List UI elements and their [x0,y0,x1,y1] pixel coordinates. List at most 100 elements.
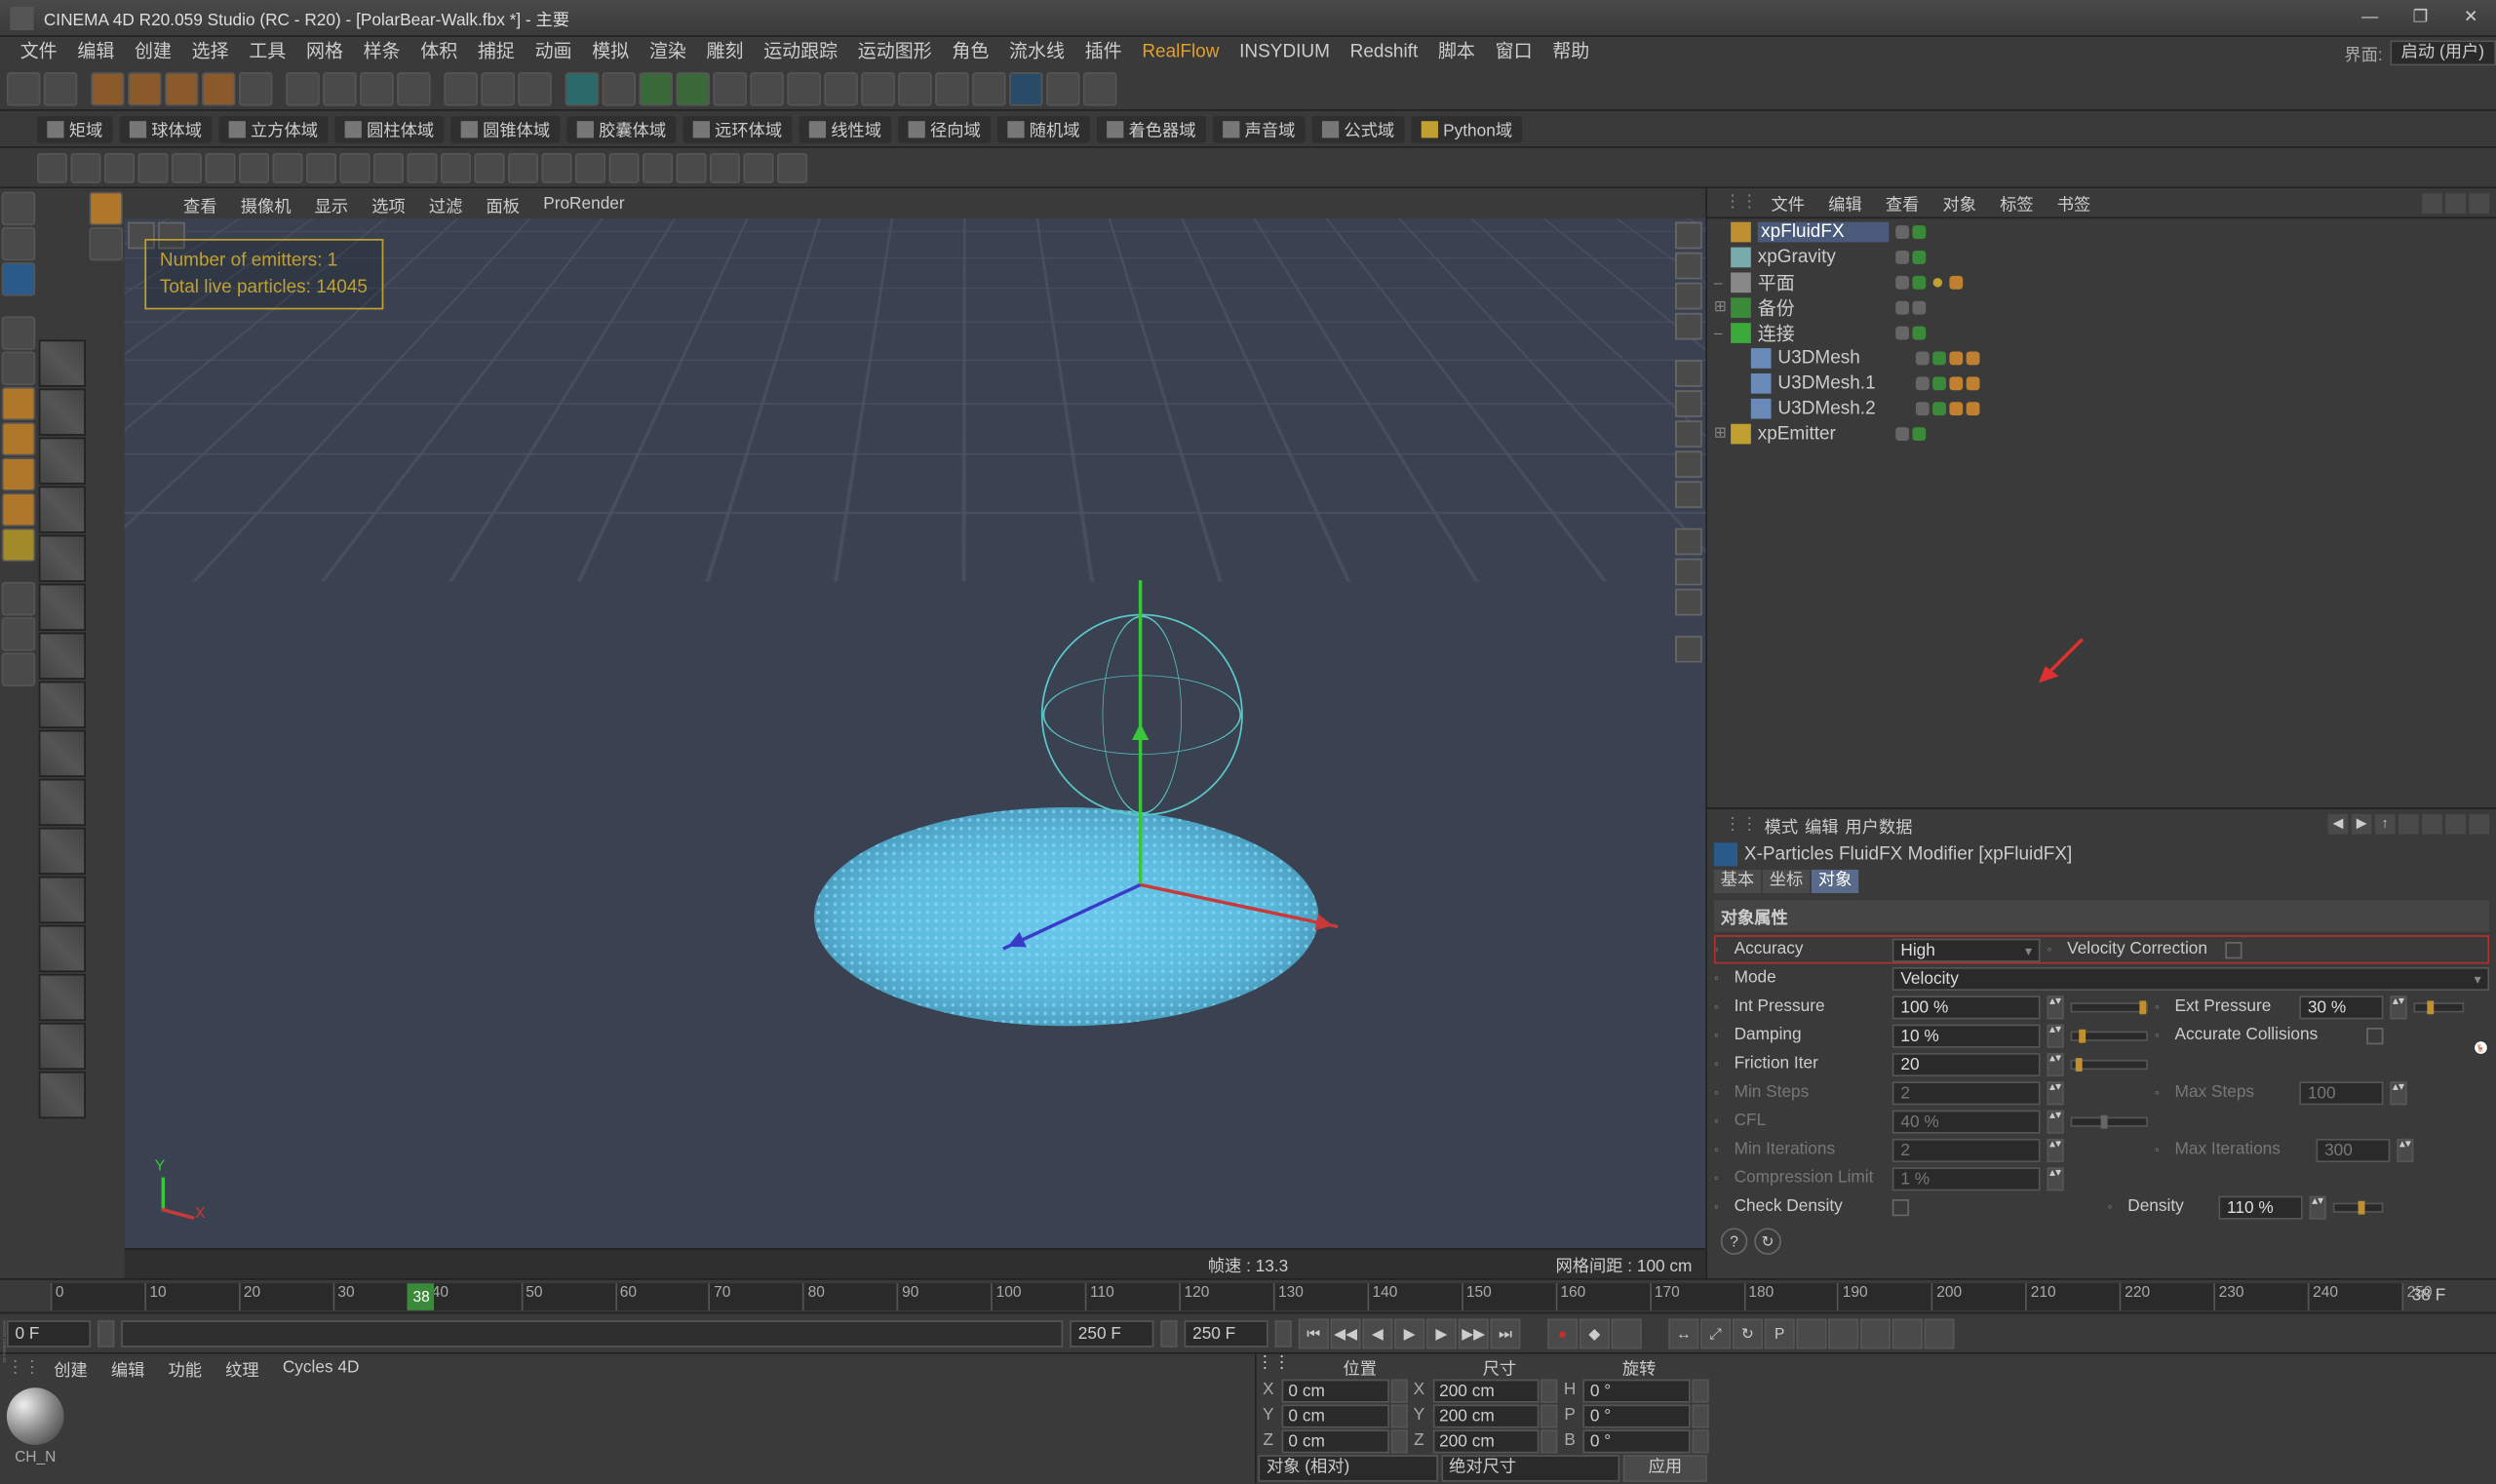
density-input[interactable]: 110 % [2218,1195,2302,1219]
mat-edit[interactable]: 编辑 [101,1355,155,1381]
mode-dropdown[interactable]: Velocity [1892,966,2489,990]
spline-primitive[interactable] [603,71,637,105]
next-frame[interactable]: ▶ [1426,1318,1457,1348]
rot-h[interactable]: 0 ° [1583,1379,1691,1402]
move-tool[interactable] [128,71,162,105]
tc-icon[interactable] [1925,1318,1955,1348]
generator2[interactable] [676,71,710,105]
tc-icon[interactable] [1860,1318,1891,1348]
vp-tool-icon[interactable] [1675,360,1702,387]
attr-nav-icon[interactable] [2398,814,2419,835]
strip-icon[interactable] [272,152,302,182]
friction-slider[interactable] [2071,1059,2148,1069]
lt-icon[interactable] [2,652,36,686]
menu-realflow[interactable]: RealFlow [1132,37,1229,67]
strip-icon[interactable] [373,152,404,182]
velocity-correction-checkbox[interactable] [2225,941,2242,957]
light[interactable] [824,71,858,105]
domain-random[interactable]: 随机域 [997,115,1090,142]
domain-radial[interactable]: 径向域 [898,115,991,142]
om-object[interactable]: 对象 [1932,190,1986,215]
tree-row-xpfluidfx[interactable]: xpFluidFX [1707,218,2496,244]
tree-row-u3dmesh1[interactable]: U3DMesh.1 [1707,371,2496,396]
texture-swatch[interactable] [39,438,86,485]
apply-button[interactable]: 应用 [1623,1455,1707,1482]
timeline[interactable]: 0102030405060708090100110120130140150160… [0,1278,2496,1312]
vp-tool-icon[interactable] [1675,253,1702,280]
vp-tool-icon[interactable] [1675,420,1702,448]
texture-swatch[interactable] [39,877,86,923]
vp-menu-view[interactable]: 查看 [175,191,225,216]
tool-b[interactable] [972,71,1006,105]
timeline-ruler[interactable]: 0102030405060708090100110120130140150160… [51,1282,2402,1309]
menu-edit[interactable]: 编辑 [67,37,125,67]
mat-function[interactable]: 功能 [158,1355,212,1381]
intpressure-input[interactable]: 100 % [1892,995,2041,1018]
lt-icon[interactable] [2,457,36,491]
pos-x[interactable]: 0 cm [1282,1379,1389,1402]
tool-c[interactable] [1009,71,1043,105]
menu-snap[interactable]: 捕捉 [468,37,526,67]
pos-y[interactable]: 0 cm [1282,1404,1389,1427]
texture-swatch[interactable] [39,633,86,680]
attr-nav-up[interactable]: ↑ [2375,814,2396,835]
vp-tool-icon[interactable] [1675,481,1702,508]
pos-z[interactable]: 0 cm [1282,1428,1389,1452]
strip-icon[interactable] [339,152,370,182]
accuracy-dropdown[interactable]: High [1892,938,2041,961]
om-view[interactable]: 查看 [1875,190,1929,215]
attr-nav-next[interactable]: ▶ [2352,814,2372,835]
domain-cone[interactable]: 圆锥体域 [450,115,560,142]
recent-tool[interactable] [239,71,273,105]
menu-animate[interactable]: 动画 [525,37,582,67]
tc-icon[interactable] [1828,1318,1858,1348]
autokey[interactable]: ◆ [1580,1318,1610,1348]
spinner[interactable]: ▴▾ [2047,1052,2063,1075]
strip-icon[interactable] [37,152,67,182]
lt-icon[interactable] [2,582,36,616]
strip-icon[interactable] [70,152,100,182]
texture-swatch[interactable] [39,682,86,728]
attr-nav-icon[interactable] [2469,814,2489,835]
viewport[interactable]: Number of emitters: 1 Total live particl… [125,218,1706,1248]
domain-linear[interactable]: 线性域 [799,115,891,142]
menu-track[interactable]: 运动跟踪 [754,37,848,67]
attr-nav-prev[interactable]: ◀ [2328,814,2349,835]
strip-icon[interactable] [777,152,807,182]
rot-b[interactable]: 0 ° [1583,1428,1691,1452]
tree-row-u3dmesh2[interactable]: U3DMesh.2 [1707,395,2496,420]
rotate-tool[interactable] [202,71,236,105]
lt-icon[interactable] [2,617,36,651]
tree-row-u3dmesh[interactable]: U3DMesh [1707,345,2496,371]
tree-row-plane[interactable]: –平面 [1707,269,2496,294]
tree-row-xpemitter[interactable]: ⊞xpEmitter [1707,420,2496,446]
tc-icon[interactable] [1892,1318,1923,1348]
lt-icon[interactable] [2,192,36,226]
domain-sphere[interactable]: 球体域 [119,115,212,142]
lt-icon[interactable] [2,262,36,296]
texture-swatch[interactable] [39,974,86,1021]
lt2-icon[interactable] [89,192,123,226]
spinner[interactable] [1160,1319,1177,1347]
intpressure-slider[interactable] [2071,1001,2148,1011]
texture-swatch[interactable] [39,925,86,972]
extpressure-input[interactable]: 30 % [2299,995,2383,1018]
size-z[interactable]: 200 cm [1432,1428,1540,1452]
key-pla[interactable] [1796,1318,1826,1348]
mat-cycles4d[interactable]: Cycles 4D [272,1358,369,1377]
tab-object[interactable]: 对象 [1812,870,1858,893]
close-button[interactable]: ✕ [2445,0,2496,36]
prev-key[interactable]: ◀◀ [1331,1318,1361,1348]
texture-swatch[interactable] [39,730,86,777]
texture-swatch[interactable] [39,1023,86,1070]
domain-cylinder[interactable]: 圆柱体域 [334,115,444,142]
om-bookmarks[interactable]: 书签 [2047,190,2100,215]
strip-icon[interactable] [743,152,773,182]
goto-start[interactable]: ⏮ [1299,1318,1329,1348]
coord-mode-dropdown[interactable]: 对象 (相对) [1258,1455,1437,1482]
axis-z-toggle[interactable] [360,71,394,105]
strip-icon[interactable] [643,152,673,182]
attr-mode[interactable]: 模式 [1765,811,1799,837]
key-param[interactable]: P [1765,1318,1795,1348]
key-pos[interactable]: ↔ [1668,1318,1698,1348]
